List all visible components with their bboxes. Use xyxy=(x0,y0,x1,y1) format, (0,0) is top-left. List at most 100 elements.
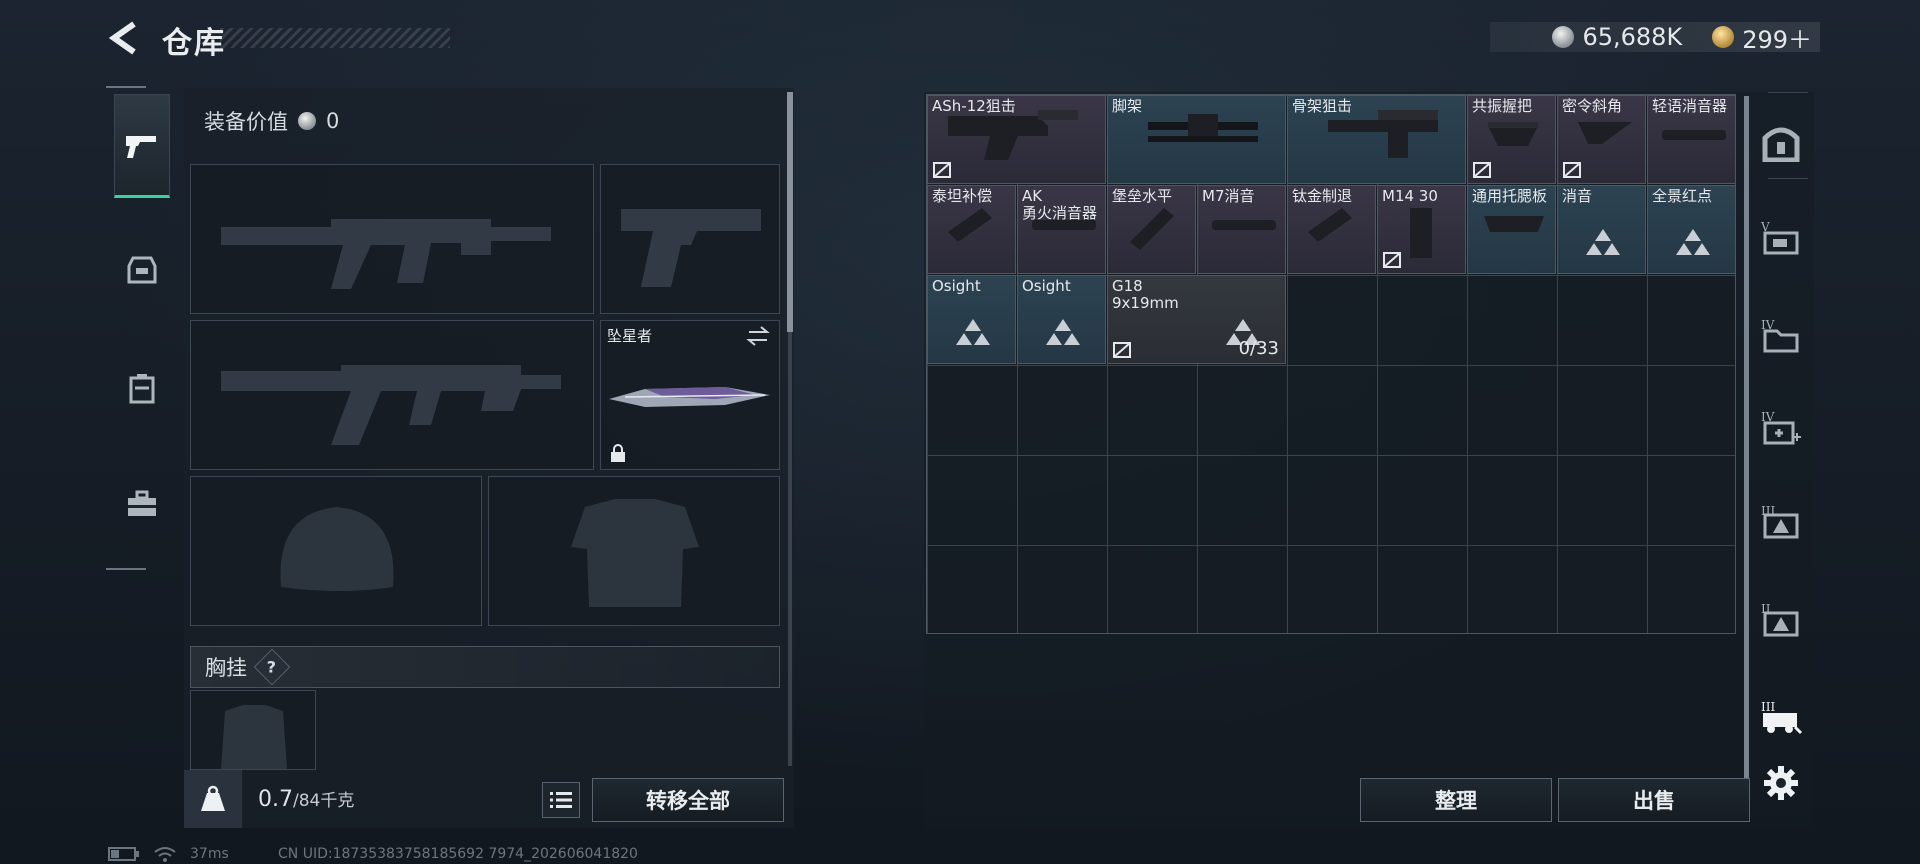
stash-item-name: 钛金制退 xyxy=(1292,187,1353,205)
organize-button[interactable]: 整理 xyxy=(1360,778,1552,822)
tier3-vehicle-glyph: III xyxy=(1761,700,1803,735)
transfer-all-button[interactable]: 转移全部 xyxy=(592,778,784,822)
stash-item-name: AK xyxy=(1022,187,1043,205)
tier4-folder-icon[interactable]: IV xyxy=(1756,310,1806,360)
wifi-icon xyxy=(154,847,176,862)
weapons-tab[interactable] xyxy=(114,94,170,198)
help-glyph: ? xyxy=(267,657,277,677)
tier2-warning-icon[interactable]: II xyxy=(1756,594,1806,644)
no-trade-icon xyxy=(1563,162,1581,178)
armor-tab[interactable] xyxy=(114,218,170,322)
swap-icon[interactable] xyxy=(745,325,771,347)
stash-item[interactable]: G18 9x19mm 0/33 xyxy=(1107,275,1286,364)
stash-item-name: 轻语消音器 xyxy=(1652,97,1728,115)
list-icon xyxy=(550,792,572,808)
no-trade-icon xyxy=(1113,342,1131,358)
tier3-vehicle-icon[interactable]: III xyxy=(1756,692,1806,742)
stash-item[interactable]: 泰坦补偿 xyxy=(927,185,1016,274)
stash-item[interactable]: Osight xyxy=(927,275,1016,364)
tier2-warning-glyph: II xyxy=(1761,602,1799,637)
sidebar-divider xyxy=(1768,92,1808,93)
stash-item-name: 密令斜角 xyxy=(1562,97,1623,115)
stash-item-name: 脚架 xyxy=(1112,97,1143,115)
stash-item[interactable]: 轻语消音器 xyxy=(1647,95,1736,184)
tier5-glyph: V xyxy=(1760,220,1799,255)
chest-rig-label: 胸挂 xyxy=(205,656,247,680)
user-uid: CN UID:18735383758185692 7974_2026060418… xyxy=(278,846,638,862)
stash-item[interactable]: 堡垒水平 xyxy=(1107,185,1196,274)
armor-silhouette-icon xyxy=(571,499,699,607)
sell-button[interactable]: 出售 xyxy=(1558,778,1750,822)
melee-slot[interactable]: 坠星者 xyxy=(600,320,780,470)
title-stripe-decoration xyxy=(220,28,450,48)
back-button[interactable] xyxy=(104,18,144,58)
latency-readout: 37ms xyxy=(190,846,229,862)
stash-item-name: 堡垒水平 xyxy=(1112,187,1173,205)
tier3-warning-icon[interactable]: III xyxy=(1756,496,1806,546)
battery-icon xyxy=(108,847,139,861)
stash-item-name: ASh-12狙击 xyxy=(932,97,1016,115)
gold-amount[interactable]: 299＋ xyxy=(1742,20,1812,55)
toolbox-tab[interactable] xyxy=(114,452,170,556)
stash-item[interactable]: Osight xyxy=(1017,275,1106,364)
tier4-medical-icon[interactable]: IV xyxy=(1756,402,1806,452)
tier5-equipment-icon[interactable]: V xyxy=(1756,212,1806,262)
equipment-value-amount: 0 xyxy=(326,109,340,133)
stash-item-subname: 勇火消音器 xyxy=(1022,204,1098,222)
stash-item[interactable]: M14 30 xyxy=(1377,185,1466,274)
stash-item-name: 通用托腮板 xyxy=(1472,187,1548,205)
back-arrow-icon xyxy=(108,21,136,55)
backpack-icon xyxy=(129,374,155,404)
melee-name: 坠星者 xyxy=(607,327,653,345)
stash-item-name: 消音 xyxy=(1562,187,1593,205)
stash-item[interactable]: 消音 xyxy=(1557,185,1646,274)
rifle-silhouette-icon xyxy=(221,219,551,289)
pistol-icon xyxy=(126,136,156,158)
stash-item[interactable]: 共振握把 xyxy=(1467,95,1556,184)
status-bar: 37ms xyxy=(108,846,229,862)
stash-item-subname: 9x19mm xyxy=(1112,294,1179,312)
currency-bar: 65,688K 299＋ xyxy=(1490,20,1820,55)
safebox-glyph xyxy=(1762,127,1800,162)
helmet-icon xyxy=(127,256,157,284)
stash-item-name: G18 xyxy=(1112,277,1143,295)
stash-item[interactable]: M7消音 xyxy=(1197,185,1286,274)
equipment-scrollbar-thumb[interactable] xyxy=(787,92,793,332)
stash-item-name: M7消音 xyxy=(1202,187,1255,205)
silver-coin-icon xyxy=(1552,26,1575,48)
stash-item-name: Osight xyxy=(1022,277,1071,295)
primary-weapon-slot-2[interactable] xyxy=(190,320,594,470)
sidebar-divider xyxy=(1768,178,1808,179)
weight-readout: 0.7/84千克 xyxy=(258,786,354,812)
gold-coin-icon xyxy=(1712,26,1735,48)
settings-gear-icon[interactable] xyxy=(1756,758,1806,808)
svg-text:III: III xyxy=(1761,700,1775,714)
stash-item[interactable]: 脚架 xyxy=(1107,95,1286,184)
list-view-button[interactable] xyxy=(542,782,580,818)
stash-item[interactable]: 钛金制退 xyxy=(1287,185,1376,274)
chest-rig-header: 胸挂 ? xyxy=(190,646,780,688)
stash-item-name: 泰坦补偿 xyxy=(932,187,993,205)
sidearm-slot[interactable] xyxy=(600,164,780,314)
body-armor-slot[interactable] xyxy=(488,476,780,626)
primary-weapon-slot-1[interactable] xyxy=(190,164,594,314)
tier4-folder-glyph: IV xyxy=(1761,318,1799,353)
lock-icon xyxy=(611,444,625,462)
help-icon[interactable]: ? xyxy=(253,648,291,686)
helmet-slot[interactable] xyxy=(190,476,482,626)
stash-scrollbar[interactable] xyxy=(1744,96,1749,786)
vest-silhouette-icon xyxy=(221,705,287,769)
stash-item[interactable]: AK 勇火消音器 xyxy=(1017,185,1106,274)
stash-item[interactable]: 全景红点 xyxy=(1647,185,1736,274)
stash-item[interactable]: 骨架狙击 xyxy=(1287,95,1466,184)
stash-item-name: 共振握把 xyxy=(1472,97,1533,115)
stash-item[interactable]: 密令斜角 xyxy=(1557,95,1646,184)
silver-coin-icon xyxy=(298,112,316,130)
safebox-icon[interactable] xyxy=(1756,118,1806,168)
no-trade-icon xyxy=(1473,162,1491,178)
no-trade-icon xyxy=(933,162,951,178)
backpack-tab[interactable] xyxy=(114,336,170,440)
stash-item[interactable]: ASh-12狙击 xyxy=(927,95,1106,184)
chest-rig-slot[interactable] xyxy=(190,690,316,770)
stash-item[interactable]: 通用托腮板 xyxy=(1467,185,1556,274)
